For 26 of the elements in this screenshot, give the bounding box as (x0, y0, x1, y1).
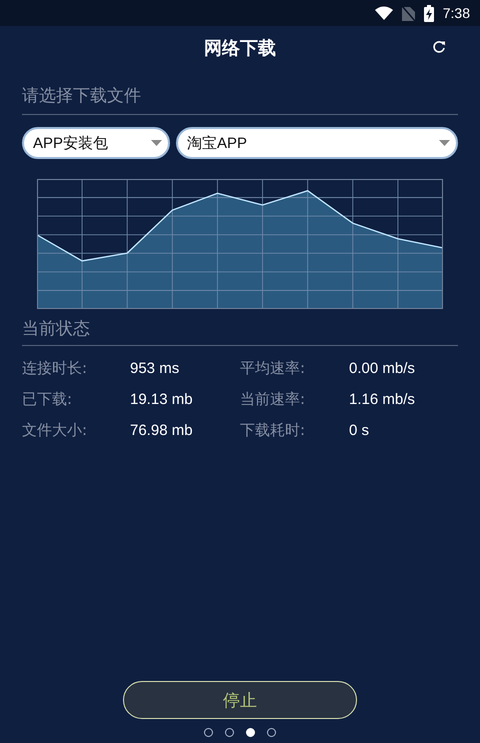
dropdown[interactable]: 淘宝APP (176, 127, 458, 159)
dropdown-caret-icon (151, 140, 162, 146)
stat-value: 19.13 mb (130, 390, 194, 410)
stat-value: 1.16 mb/s (349, 390, 416, 410)
stat-label: 已下载: (22, 389, 74, 410)
stat-label: 当前速率: (240, 389, 306, 410)
stat-value: 76.98 mb (130, 421, 194, 441)
stop-button[interactable]: 停止 (123, 681, 357, 719)
clock-time: 7:38 (442, 5, 470, 21)
section-title: 当前状态 (22, 319, 90, 339)
refresh-icon (432, 40, 446, 54)
screen-title: 网络下载 (204, 37, 276, 60)
stat-label: 文件大小: (22, 420, 88, 441)
wifi-icon (374, 6, 393, 20)
stat-label: 平均速率: (240, 358, 306, 379)
no-sim-icon (402, 5, 415, 21)
stat-value: 0 s (349, 421, 370, 441)
battery-charging-icon (424, 4, 434, 22)
section-title: 请选择下载文件 (22, 86, 141, 106)
stat-value: 0.00 mb/s (349, 359, 416, 379)
stat-value: 953 ms (130, 359, 180, 379)
dropdown-caret-icon (439, 140, 450, 146)
stat-label: 下载耗时: (240, 420, 306, 441)
refresh-button[interactable] (432, 40, 446, 54)
stat-label: 连接时长: (22, 358, 88, 379)
dropdown[interactable]: APP安装包 (22, 127, 170, 159)
